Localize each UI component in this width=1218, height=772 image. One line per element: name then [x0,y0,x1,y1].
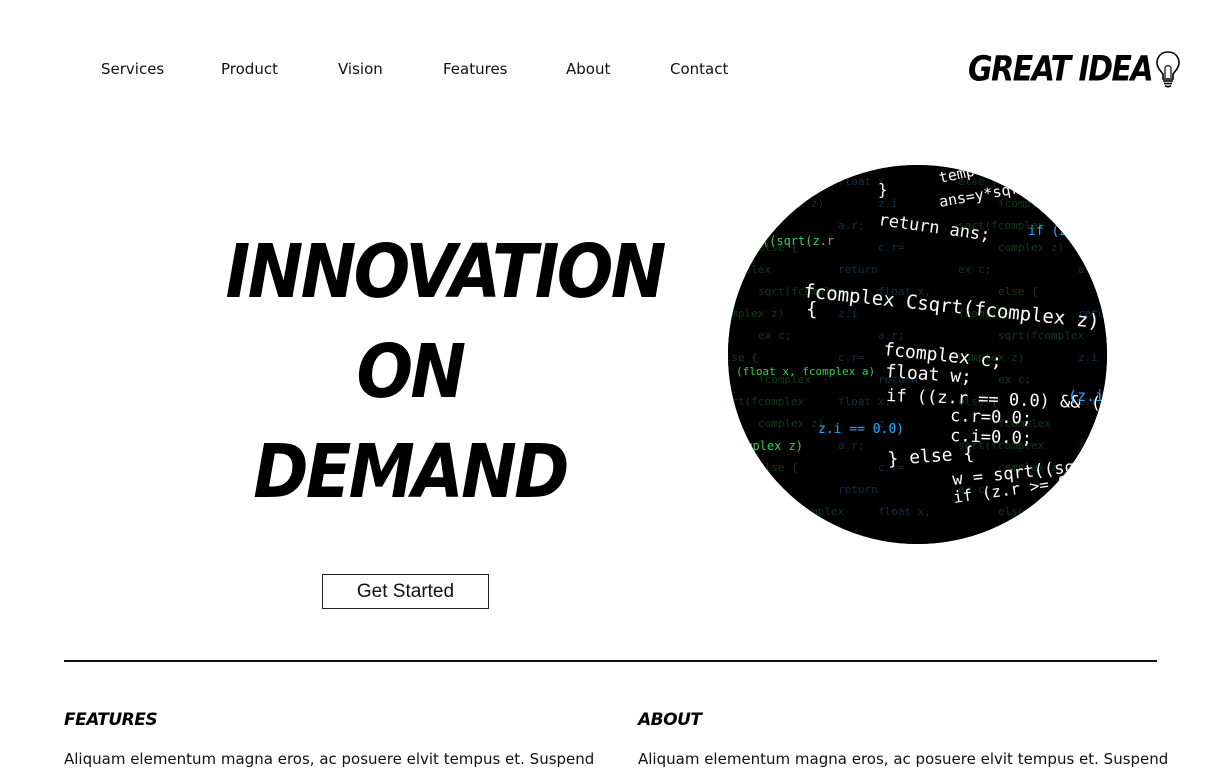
code-fragment: c.r= [1078,175,1105,188]
hero-title-line: INNOVATION [225,229,667,315]
site-logo[interactable]: GREAT IDEA [968,48,1182,90]
top-navigation: Services Product Vision Features About C… [0,0,1218,120]
code-accent: (z.i == 0.0) { [1068,387,1107,405]
code-fragment: fcomplex [728,483,771,496]
lightbulb-icon [1156,51,1181,88]
code-fragment: complex z) [998,241,1064,254]
features-heading: FEATURES [64,710,158,730]
features-text: Aliquam elementum magna eros, ac posuere… [64,750,594,768]
code-fragment: return [838,483,878,496]
code-fragment: fcomplex [728,263,771,276]
code-fragment: sqrt(fcomplex [728,175,804,188]
code-accent: (float x, fcomplex a) [736,365,875,378]
code-fragment: ex c; [758,329,791,342]
nav-link-vision[interactable]: Vision [338,60,383,78]
code-line: { [806,298,817,320]
about-heading: ABOUT [638,710,702,730]
code-fragment: ex c; [998,373,1031,386]
code-fragment: a.r; [838,219,865,232]
about-text: Aliquam elementum magna eros, ac posuere… [638,750,1168,768]
code-fragment: z.i [838,307,858,320]
logo-text: GREAT IDEA [968,48,1154,90]
code-fragment: ex c; [728,439,751,452]
code-fragment: sqrt(fcomplex [998,329,1084,342]
code-fragment: a.r; [1078,483,1105,496]
code-fragment: a.r; [1078,263,1105,276]
code-fragment: else { [998,285,1038,298]
nav-link-product[interactable]: Product [221,60,278,78]
code-accent: if (z.r [1028,224,1083,239]
code-accent: omplex z) [738,439,803,453]
code-fragment: else { [728,351,758,364]
code-fragment: float x, [878,505,931,518]
hero-title-line: DEMAND [253,429,569,515]
code-fragment: sqrt(fcomplex [728,395,804,408]
code-fragment: complex z) [758,417,824,430]
nav-link-about[interactable]: About [566,60,610,78]
code-fragment: float x, [1078,439,1107,452]
hero-code-image: sqrt(fcomplex float x, else { c.r= complex z… [728,165,1107,544]
code-fragment: ex c; [958,263,991,276]
code-accent: sqrt((sqrt(z.r [733,234,834,248]
code-fragment: else { [758,461,798,474]
code-fragment: float x, [838,395,891,408]
code-screen-illustration: sqrt(fcomplex float x, else { c.r= complex z… [728,165,1107,544]
get-started-button[interactable]: Get Started [322,574,489,609]
section-divider [64,660,1157,662]
code-fragment: z.i [1078,351,1098,364]
code-fragment: else { [998,505,1038,518]
hero-title-line: ON [356,329,467,415]
code-accent: z.i == 0.0) [818,422,904,437]
code-line: } [878,180,888,199]
code-fragment: complex z) [728,307,784,320]
code-fragment: c.r= [838,351,865,364]
code-fragment: sqrt(fcomplex [758,505,844,518]
nav-link-contact[interactable]: Contact [670,60,728,78]
code-fragment: return [838,263,878,276]
hero-title: INNOVATION ON DEMAND [205,222,667,522]
nav-link-services[interactable]: Services [101,60,164,78]
code-fragment: c.r= [878,241,905,254]
code-fragment: a.r; [838,439,865,452]
nav-link-features[interactable]: Features [443,60,508,78]
code-fragment: ex c; [728,219,751,232]
code-fragment: float x, [1078,219,1107,232]
code-line: c.r=0.0; [950,406,1033,429]
code-fragment: complex z) [758,197,824,210]
